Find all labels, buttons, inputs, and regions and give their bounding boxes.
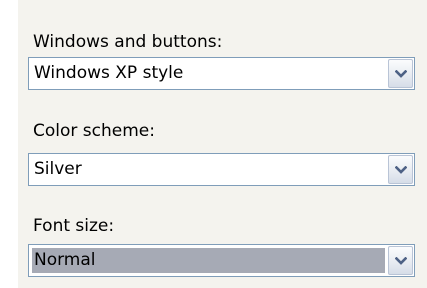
color-scheme-value: Silver xyxy=(34,159,82,179)
font-size-dropdown[interactable]: Normal xyxy=(28,244,415,277)
color-scheme-dropdown-button[interactable] xyxy=(388,155,413,184)
color-scheme-dropdown[interactable]: Silver xyxy=(28,153,415,186)
chevron-down-icon xyxy=(395,257,407,265)
font-size-label: Font size: xyxy=(33,216,115,236)
windows-and-buttons-label: Windows and buttons: xyxy=(33,32,223,52)
chevron-down-icon xyxy=(395,166,407,174)
color-scheme-label: Color scheme: xyxy=(33,121,155,141)
windows-and-buttons-dropdown-button[interactable] xyxy=(388,59,413,88)
font-size-value: Normal xyxy=(32,248,385,273)
chevron-down-icon xyxy=(395,70,407,78)
windows-and-buttons-value: Windows XP style xyxy=(34,63,184,83)
font-size-dropdown-button[interactable] xyxy=(388,246,413,275)
windows-and-buttons-dropdown[interactable]: Windows XP style xyxy=(28,57,415,90)
